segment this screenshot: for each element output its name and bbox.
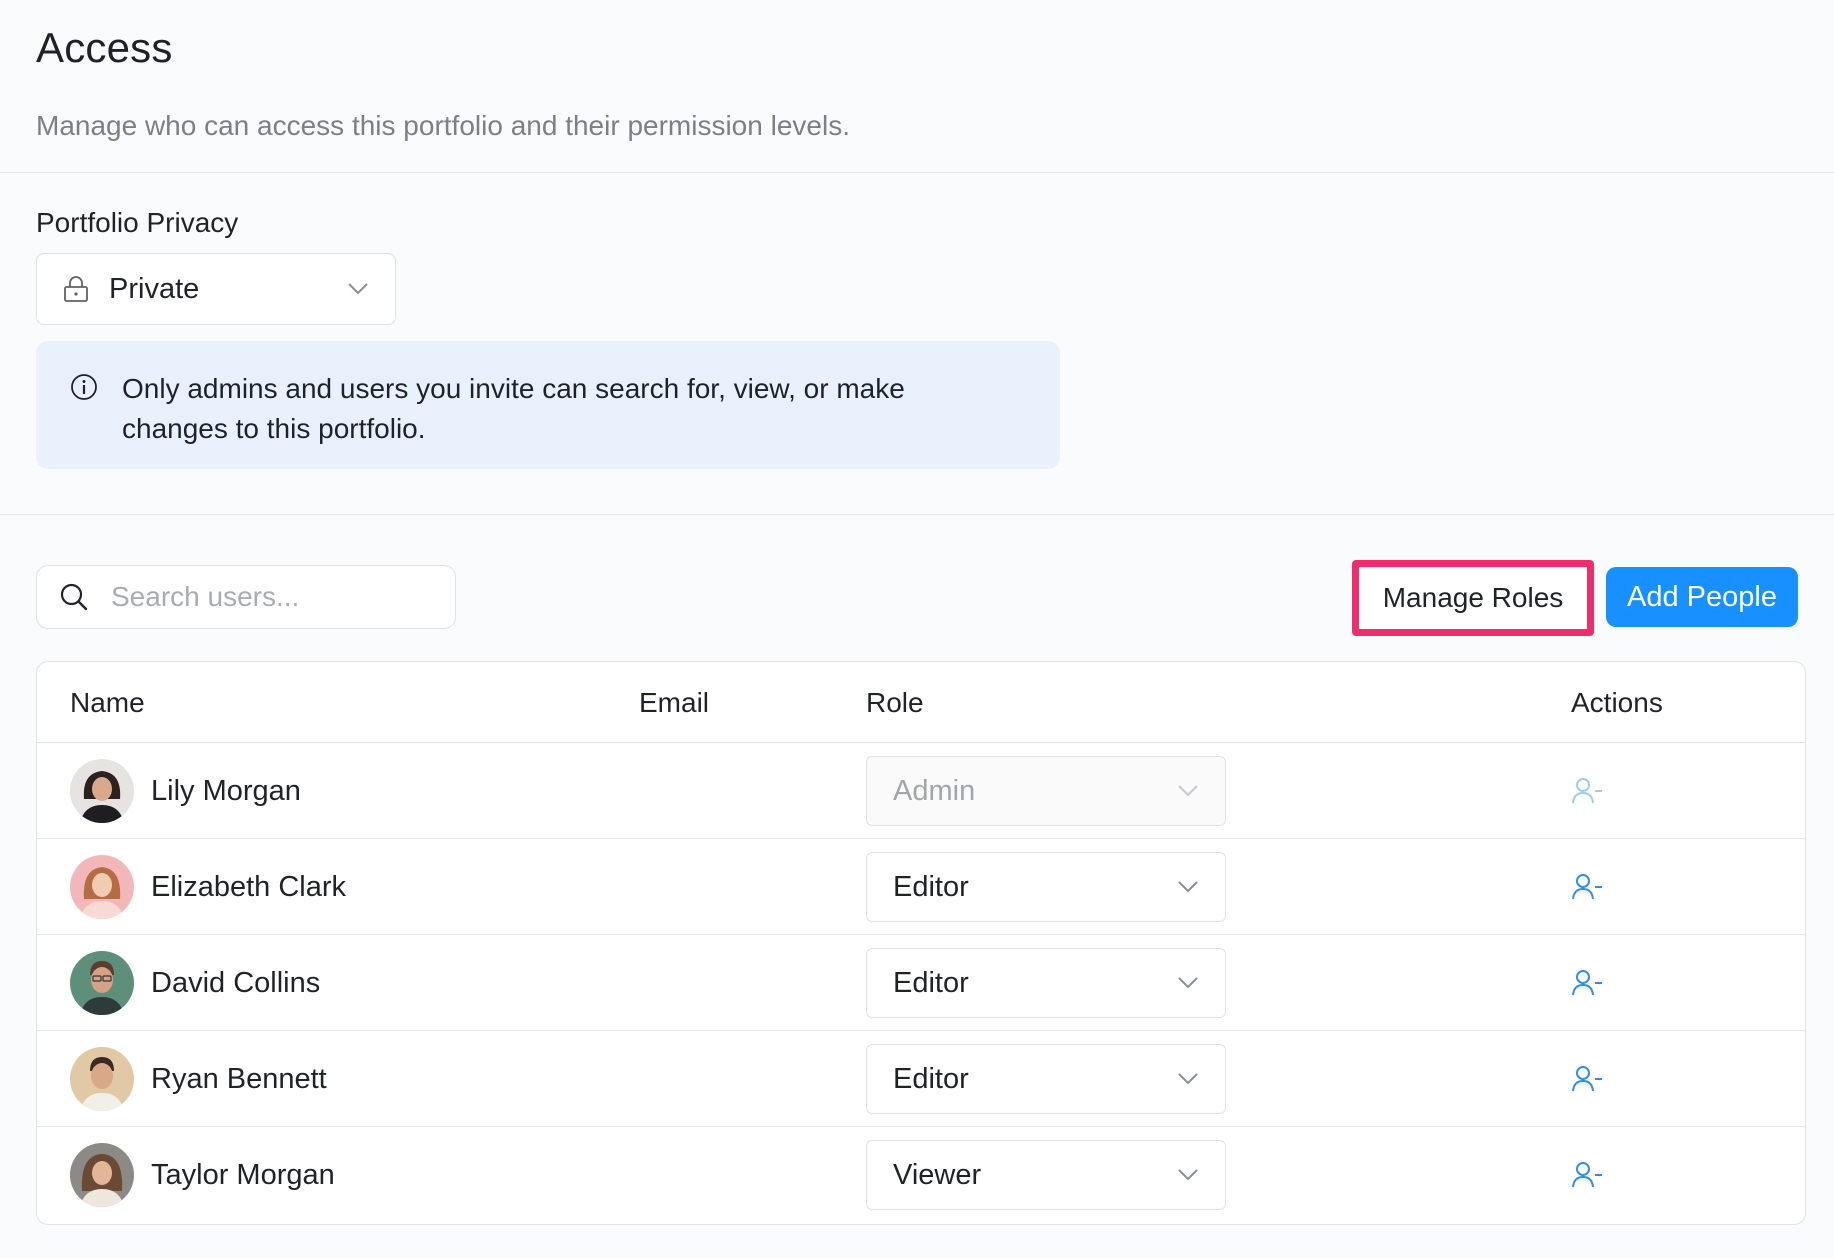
- role-value: Editor: [893, 1062, 969, 1095]
- privacy-info-box: Only admins and users you invite can sea…: [36, 341, 1060, 469]
- privacy-label: Portfolio Privacy: [36, 207, 239, 238]
- page-subtitle: Manage who can access this portfolio and…: [36, 110, 850, 141]
- privacy-info-text: Only admins and users you invite can sea…: [122, 373, 905, 444]
- column-header-actions: Actions: [1571, 686, 1663, 718]
- avatar: [70, 1143, 134, 1207]
- user-name: Lily Morgan: [151, 774, 301, 807]
- chevron-down-icon: [1177, 880, 1199, 894]
- page-title: Access: [36, 24, 173, 71]
- chevron-down-icon: [347, 282, 369, 296]
- add-people-button[interactable]: Add People: [1606, 567, 1798, 627]
- chevron-down-icon: [1177, 976, 1199, 990]
- remove-user-icon[interactable]: [1571, 872, 1605, 902]
- remove-user-icon: [1571, 776, 1605, 806]
- user-name: David Collins: [151, 966, 321, 999]
- privacy-section: Portfolio Privacy Private Only admins an…: [0, 173, 1834, 515]
- remove-user-icon[interactable]: [1571, 1064, 1605, 1094]
- column-header-role: Role: [866, 686, 924, 718]
- users-table: Name Email Role Actions Lily Morgan Admi…: [36, 661, 1806, 1225]
- role-select: Admin: [866, 756, 1226, 826]
- user-name: Elizabeth Clark: [151, 870, 347, 903]
- role-value: Editor: [893, 966, 969, 999]
- role-value: Viewer: [893, 1158, 982, 1191]
- info-icon: [70, 373, 98, 401]
- privacy-select[interactable]: Private: [36, 253, 396, 325]
- table-row: David Collins Editor: [37, 935, 1805, 1031]
- chevron-down-icon: [1177, 1168, 1199, 1182]
- remove-user-icon[interactable]: [1571, 1160, 1605, 1190]
- table-row: Lily Morgan Admin: [37, 743, 1805, 839]
- user-name: Ryan Bennett: [151, 1062, 327, 1095]
- lock-icon: [63, 275, 89, 303]
- table-row: Elizabeth Clark Editor: [37, 839, 1805, 935]
- table-row: Taylor Morgan Viewer: [37, 1127, 1805, 1223]
- remove-user-icon[interactable]: [1571, 968, 1605, 998]
- avatar: [70, 1047, 134, 1111]
- avatar: [70, 759, 134, 823]
- role-select[interactable]: Viewer: [866, 1140, 1226, 1210]
- privacy-value: Private: [109, 272, 200, 305]
- search-icon: [59, 582, 89, 612]
- role-select[interactable]: Editor: [866, 1044, 1226, 1114]
- access-settings-page: Access Manage who can access this portfo…: [0, 0, 1834, 1258]
- avatar: [70, 951, 134, 1015]
- chevron-down-icon: [1177, 784, 1199, 798]
- column-header-email: Email: [639, 686, 710, 718]
- table-header: Name Email Role Actions: [37, 662, 1805, 743]
- chevron-down-icon: [1177, 1072, 1199, 1086]
- role-select[interactable]: Editor: [866, 948, 1226, 1018]
- search-box[interactable]: [36, 565, 456, 629]
- search-input[interactable]: [111, 581, 431, 613]
- users-toolbar: Manage Roles Add People: [36, 560, 1798, 636]
- role-value: Editor: [893, 870, 969, 903]
- column-header-name: Name: [70, 686, 145, 718]
- user-name: Taylor Morgan: [151, 1158, 335, 1191]
- avatar: [70, 855, 134, 919]
- page-header: Access Manage who can access this portfo…: [0, 0, 1834, 173]
- table-row: Ryan Bennett Editor: [37, 1031, 1805, 1127]
- role-select[interactable]: Editor: [866, 852, 1226, 922]
- manage-roles-button[interactable]: Manage Roles: [1352, 560, 1594, 636]
- role-value: Admin: [893, 774, 976, 807]
